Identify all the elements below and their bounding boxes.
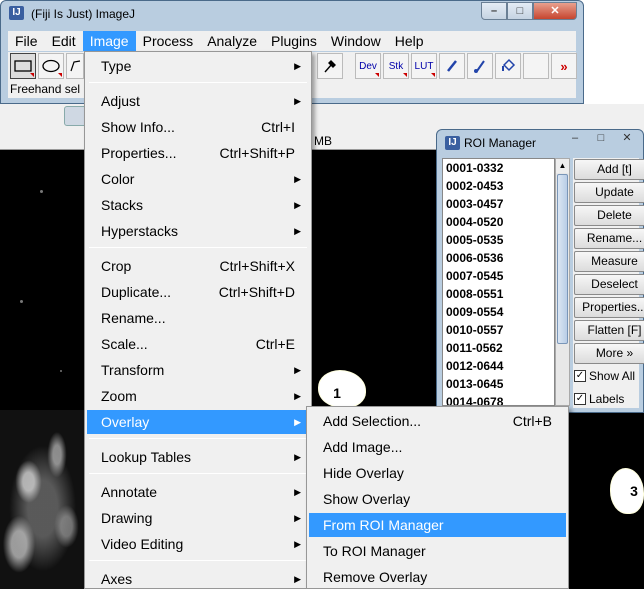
- checkbox-checked-icon[interactable]: ✓: [574, 393, 586, 405]
- list-item[interactable]: 0005-0535: [443, 231, 554, 249]
- submenu-item-show-overlay[interactable]: Show Overlay: [309, 487, 566, 511]
- list-item[interactable]: 0011-0562: [443, 339, 554, 357]
- menu-item-annotate[interactable]: Annotate ▶: [87, 480, 309, 504]
- list-item[interactable]: 0008-0551: [443, 285, 554, 303]
- roi-marker-1[interactable]: 1: [318, 370, 366, 408]
- submenu-item-add-selection[interactable]: Add Selection... Ctrl+B: [309, 409, 566, 433]
- menu-item-duplicate[interactable]: Duplicate... Ctrl+Shift+D: [87, 280, 309, 304]
- image-size-info: MB: [314, 134, 332, 148]
- menu-item-overlay[interactable]: Overlay ▶: [87, 410, 309, 434]
- submenu-item-to-roi-manager[interactable]: To ROI Manager: [309, 539, 566, 563]
- list-item[interactable]: 0003-0457: [443, 195, 554, 213]
- list-item[interactable]: 0001-0332: [443, 159, 554, 177]
- menu-item-zoom[interactable]: Zoom ▶: [87, 384, 309, 408]
- roi-button-panel: Add [t] Update Delete Rename... Measure …: [573, 158, 644, 408]
- rename-roi-button[interactable]: Rename...: [574, 228, 644, 249]
- roi-minimize-button[interactable]: –: [563, 131, 587, 147]
- submenu-item-hide-overlay[interactable]: Hide Overlay: [309, 461, 566, 485]
- menu-item-properties[interactable]: Properties... Ctrl+Shift+P: [87, 141, 309, 165]
- image-menu-dropdown: Type ▶ Adjust ▶ Show Info... Ctrl+I Propert…: [84, 51, 312, 589]
- polygon-tool-icon[interactable]: [66, 53, 84, 79]
- menu-item-transform[interactable]: Transform ▶: [87, 358, 309, 382]
- roi-manager-app-icon: IJ: [445, 136, 460, 150]
- imagej-app-icon: IJ: [9, 6, 24, 20]
- maximize-button[interactable]: □: [507, 2, 533, 20]
- brush-tool-icon[interactable]: [467, 53, 493, 79]
- list-item[interactable]: 0009-0554: [443, 303, 554, 321]
- menu-item-show-info[interactable]: Show Info... Ctrl+I: [87, 115, 309, 139]
- stk-tool-menu[interactable]: Stk: [383, 53, 409, 79]
- roi-list[interactable]: 0001-0332 0002-0453 0003-0457 0004-0520 …: [442, 158, 555, 406]
- menu-image[interactable]: Image: [82, 31, 136, 51]
- more-button[interactable]: More »: [574, 343, 644, 364]
- roi-manager-title: ROI Manager: [464, 136, 537, 150]
- menu-item-axes[interactable]: Axes ▶: [87, 567, 309, 589]
- menu-item-lookup-tables[interactable]: Lookup Tables ▶: [87, 445, 309, 469]
- more-tools-button[interactable]: »: [551, 53, 577, 79]
- flood-fill-tool-icon[interactable]: [495, 53, 521, 79]
- list-item[interactable]: 0012-0644: [443, 357, 554, 375]
- properties-button[interactable]: Properties...: [574, 297, 644, 318]
- menu-item-drawing[interactable]: Drawing ▶: [87, 506, 309, 530]
- scroll-thumb[interactable]: [557, 174, 568, 344]
- rectangle-tool-icon[interactable]: [10, 53, 36, 79]
- menubar: File Edit Image Process Analyze Plugins …: [8, 31, 576, 51]
- show-all-checkbox[interactable]: ✓ Show All: [574, 369, 635, 383]
- measure-button[interactable]: Measure: [574, 251, 644, 272]
- submenu-item-from-roi-manager[interactable]: From ROI Manager: [309, 513, 566, 537]
- menu-process[interactable]: Process: [136, 31, 201, 51]
- list-item[interactable]: 0004-0520: [443, 213, 554, 231]
- delete-roi-button[interactable]: Delete: [574, 205, 644, 226]
- list-item[interactable]: 0010-0557: [443, 321, 554, 339]
- cell-image-region: [0, 410, 95, 589]
- roi-marker-3[interactable]: 3: [610, 468, 644, 514]
- list-item[interactable]: 0013-0645: [443, 375, 554, 393]
- minimize-button[interactable]: –: [481, 2, 507, 20]
- checkbox-checked-icon[interactable]: ✓: [574, 370, 586, 382]
- roi-close-button[interactable]: ✕: [615, 131, 639, 147]
- oval-tool-icon[interactable]: [38, 53, 64, 79]
- roi-manager-window: IJ ROI Manager – □ ✕ 0001-0332 0002-0453…: [436, 129, 644, 413]
- submenu-item-add-image[interactable]: Add Image...: [309, 435, 566, 459]
- deselect-button[interactable]: Deselect: [574, 274, 644, 295]
- lut-tool-menu[interactable]: LUT: [411, 53, 437, 79]
- menu-item-hyperstacks[interactable]: Hyperstacks ▶: [87, 219, 309, 243]
- add-roi-button[interactable]: Add [t]: [574, 159, 644, 180]
- menu-file[interactable]: File: [8, 31, 45, 51]
- empty-tool-slot[interactable]: [523, 53, 549, 79]
- menu-item-scale[interactable]: Scale... Ctrl+E: [87, 332, 309, 356]
- menu-analyze[interactable]: Analyze: [200, 31, 264, 51]
- dev-tool-menu[interactable]: Dev: [355, 53, 381, 79]
- flatten-button[interactable]: Flatten [F]: [574, 320, 644, 341]
- menu-item-type[interactable]: Type ▶: [87, 54, 309, 78]
- menu-item-crop[interactable]: Crop Ctrl+Shift+X: [87, 254, 309, 278]
- menu-help[interactable]: Help: [388, 31, 431, 51]
- menu-window[interactable]: Window: [324, 31, 388, 51]
- menu-item-rename[interactable]: Rename...: [87, 306, 309, 330]
- labels-checkbox[interactable]: ✓ Labels: [574, 392, 624, 406]
- pencil-tool-icon[interactable]: [439, 53, 465, 79]
- menu-edit[interactable]: Edit: [45, 31, 83, 51]
- roi-manager-titlebar[interactable]: IJ ROI Manager – □ ✕: [437, 130, 643, 156]
- list-item[interactable]: 0002-0453: [443, 177, 554, 195]
- menu-item-adjust[interactable]: Adjust ▶: [87, 89, 309, 113]
- close-button[interactable]: ✕: [533, 2, 577, 20]
- scroll-up-icon[interactable]: ▲: [556, 159, 569, 173]
- roi-list-scrollbar[interactable]: ▲: [555, 158, 570, 406]
- list-item[interactable]: 0007-0545: [443, 267, 554, 285]
- menu-item-video-editing[interactable]: Video Editing ▶: [87, 532, 309, 556]
- menu-plugins[interactable]: Plugins: [264, 31, 324, 51]
- menu-item-color[interactable]: Color ▶: [87, 167, 309, 191]
- overlay-submenu: Add Selection... Ctrl+B Add Image... Hide…: [306, 406, 569, 589]
- window-title: (Fiji Is Just) ImageJ: [31, 7, 136, 21]
- color-picker-tool-icon[interactable]: [317, 53, 343, 79]
- list-item[interactable]: 0014-0678: [443, 393, 554, 405]
- list-item[interactable]: 0006-0536: [443, 249, 554, 267]
- imagej-titlebar[interactable]: IJ (Fiji Is Just) ImageJ – □ ✕: [1, 1, 583, 27]
- menu-item-stacks[interactable]: Stacks ▶: [87, 193, 309, 217]
- roi-maximize-button[interactable]: □: [589, 131, 613, 147]
- update-roi-button[interactable]: Update: [574, 182, 644, 203]
- submenu-item-remove-overlay[interactable]: Remove Overlay: [309, 565, 566, 589]
